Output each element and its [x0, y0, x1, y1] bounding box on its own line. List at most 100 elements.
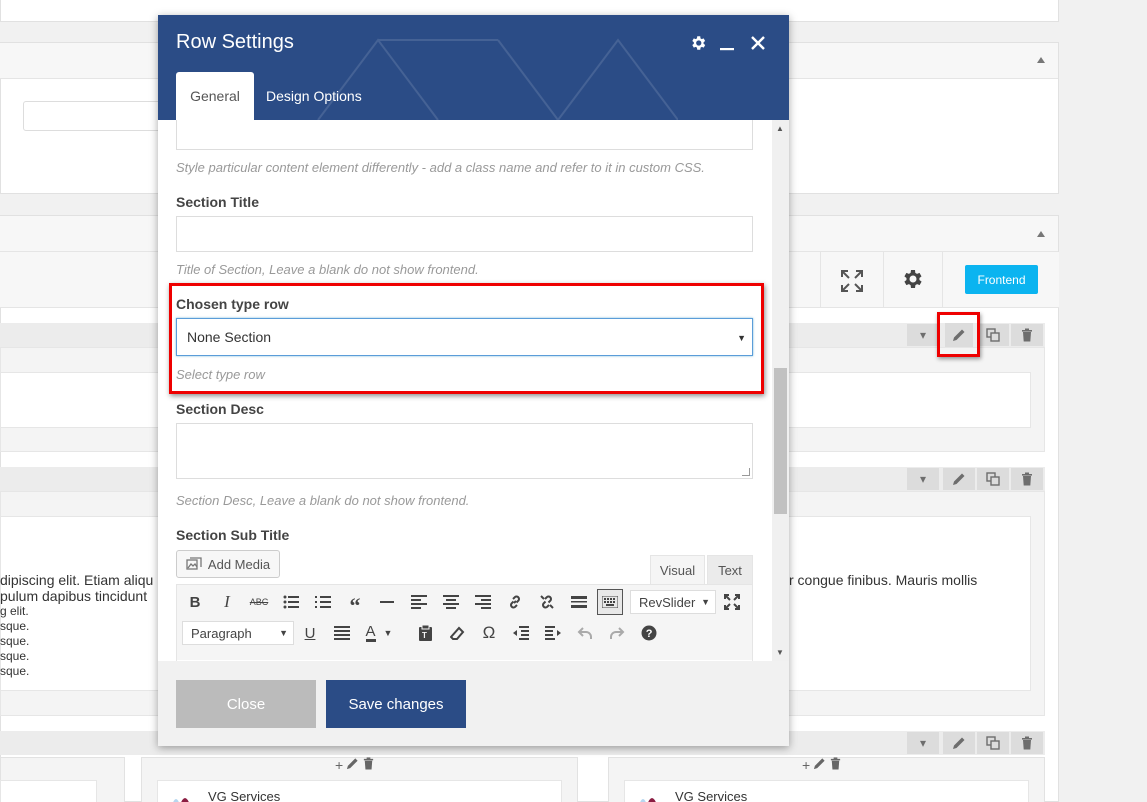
modal-title: Row Settings	[176, 31, 294, 53]
page-margin	[1059, 0, 1147, 802]
revslider-label: RevSlider	[639, 594, 696, 610]
tab-general[interactable]: General	[176, 72, 254, 120]
fullscreen-icon[interactable]	[838, 267, 866, 295]
clear-formatting-icon[interactable]	[444, 620, 470, 646]
close-button[interactable]: Close	[176, 680, 316, 728]
modal-header[interactable]: Row Settings General Design Options	[158, 15, 789, 120]
link-icon[interactable]	[502, 589, 528, 615]
chevron-down-icon: ▼	[279, 628, 288, 638]
element-logo-icon	[173, 798, 189, 802]
modal-scrollbar[interactable]: ▲ ▼	[772, 120, 789, 661]
css-class-input[interactable]	[176, 120, 753, 150]
paragraph-label: Paragraph	[191, 625, 252, 641]
blockquote-icon[interactable]: “	[342, 589, 368, 618]
text-color-icon[interactable]: A ▼	[361, 620, 397, 646]
paste-text-icon[interactable]: T	[412, 620, 438, 646]
row-toggle-icon[interactable]: ▾	[907, 732, 939, 754]
justify-icon[interactable]	[329, 620, 355, 646]
element-logo-icon	[640, 798, 656, 802]
edit-icon[interactable]	[943, 468, 975, 490]
align-center-icon[interactable]	[438, 589, 464, 615]
row-edit-highlight	[937, 312, 980, 357]
bold-icon[interactable]: B	[182, 589, 208, 615]
collapse-caret-icon[interactable]	[1037, 57, 1045, 63]
section-desc-label: Section Desc	[176, 401, 264, 417]
underline-icon[interactable]: U	[297, 620, 323, 646]
strikethrough-icon[interactable]: ABC	[246, 589, 272, 615]
outdent-icon[interactable]	[508, 620, 534, 646]
edit-icon[interactable]	[813, 757, 826, 773]
fullscreen-icon[interactable]	[719, 589, 745, 615]
align-left-icon[interactable]	[406, 589, 432, 615]
settings-input[interactable]	[23, 101, 163, 131]
tab-visual[interactable]: Visual	[650, 555, 705, 585]
section-title-input[interactable]	[176, 216, 753, 252]
scroll-down-icon[interactable]: ▼	[776, 648, 784, 657]
clone-icon[interactable]	[977, 732, 1009, 754]
redo-icon[interactable]	[604, 620, 630, 646]
toolbar-divider	[820, 252, 821, 308]
scroll-thumb[interactable]	[774, 368, 787, 514]
text-block-line: sque.	[0, 664, 30, 678]
clone-icon[interactable]	[977, 468, 1009, 490]
section-desc-textarea[interactable]	[176, 423, 753, 479]
close-icon[interactable]	[748, 33, 768, 53]
collapse-caret-icon[interactable]	[1037, 231, 1045, 237]
delete-icon[interactable]	[829, 757, 842, 773]
text-block-line: sque.	[0, 634, 30, 648]
edit-icon[interactable]	[346, 757, 359, 773]
column-controls: +	[335, 757, 375, 773]
toolbar-toggle-icon[interactable]	[597, 589, 623, 615]
horizontal-rule-icon[interactable]	[374, 589, 400, 615]
gear-icon[interactable]	[898, 265, 926, 293]
align-right-icon[interactable]	[470, 589, 496, 615]
tab-text[interactable]: Text	[707, 555, 753, 585]
bullet-list-icon[interactable]	[278, 589, 304, 615]
delete-icon[interactable]	[362, 757, 375, 773]
chevron-down-icon: ▼	[701, 597, 710, 607]
add-element-icon[interactable]: +	[335, 757, 343, 773]
scroll-up-icon[interactable]: ▲	[776, 124, 784, 133]
toolbar-divider	[942, 252, 943, 308]
text-block-line: sque.	[0, 619, 30, 633]
undo-icon[interactable]	[572, 620, 598, 646]
chosen-type-highlight	[169, 283, 764, 394]
gear-icon[interactable]	[688, 33, 708, 53]
read-more-icon[interactable]	[566, 589, 592, 615]
element-box[interactable]	[0, 780, 97, 802]
edit-icon[interactable]	[945, 323, 973, 347]
numbered-list-icon[interactable]	[310, 589, 336, 615]
delete-icon[interactable]	[1011, 324, 1043, 346]
toolbar-divider	[883, 252, 884, 308]
element-title: VG Services	[675, 789, 748, 802]
delete-icon[interactable]	[1011, 732, 1043, 754]
paragraph-format-select[interactable]: Paragraph ▼	[182, 621, 294, 645]
save-changes-button[interactable]: Save changes	[326, 680, 466, 728]
section-title-label: Section Title	[176, 194, 259, 210]
modal-footer: Close Save changes	[158, 661, 789, 746]
resize-handle-icon[interactable]	[742, 468, 750, 476]
text-block-line: g elit.	[0, 604, 29, 618]
section-subtitle-label: Section Sub Title	[176, 527, 290, 543]
media-icon	[186, 557, 202, 570]
revslider-select[interactable]: RevSlider ▼	[630, 590, 716, 614]
css-class-description: Style particular content element differe…	[176, 160, 705, 175]
row-toggle-icon[interactable]: ▾	[907, 324, 939, 346]
unlink-icon[interactable]	[534, 589, 560, 615]
italic-icon[interactable]: I	[214, 589, 240, 615]
help-icon[interactable]: ?	[636, 620, 662, 646]
element-title: VG Services	[208, 789, 281, 802]
delete-icon[interactable]	[1011, 468, 1043, 490]
svg-text:T: T	[422, 631, 427, 640]
frontend-button[interactable]: Frontend	[965, 265, 1038, 294]
minimize-icon[interactable]	[718, 33, 736, 53]
clone-icon[interactable]	[977, 324, 1009, 346]
indent-icon[interactable]	[540, 620, 566, 646]
special-char-icon[interactable]: Ω	[476, 620, 502, 646]
add-media-label: Add Media	[207, 556, 271, 572]
edit-icon[interactable]	[943, 732, 975, 754]
tab-design-options[interactable]: Design Options	[266, 72, 362, 120]
add-media-button[interactable]: Add Media	[176, 550, 280, 578]
add-element-icon[interactable]: +	[802, 757, 810, 773]
row-toggle-icon[interactable]: ▾	[907, 468, 939, 490]
